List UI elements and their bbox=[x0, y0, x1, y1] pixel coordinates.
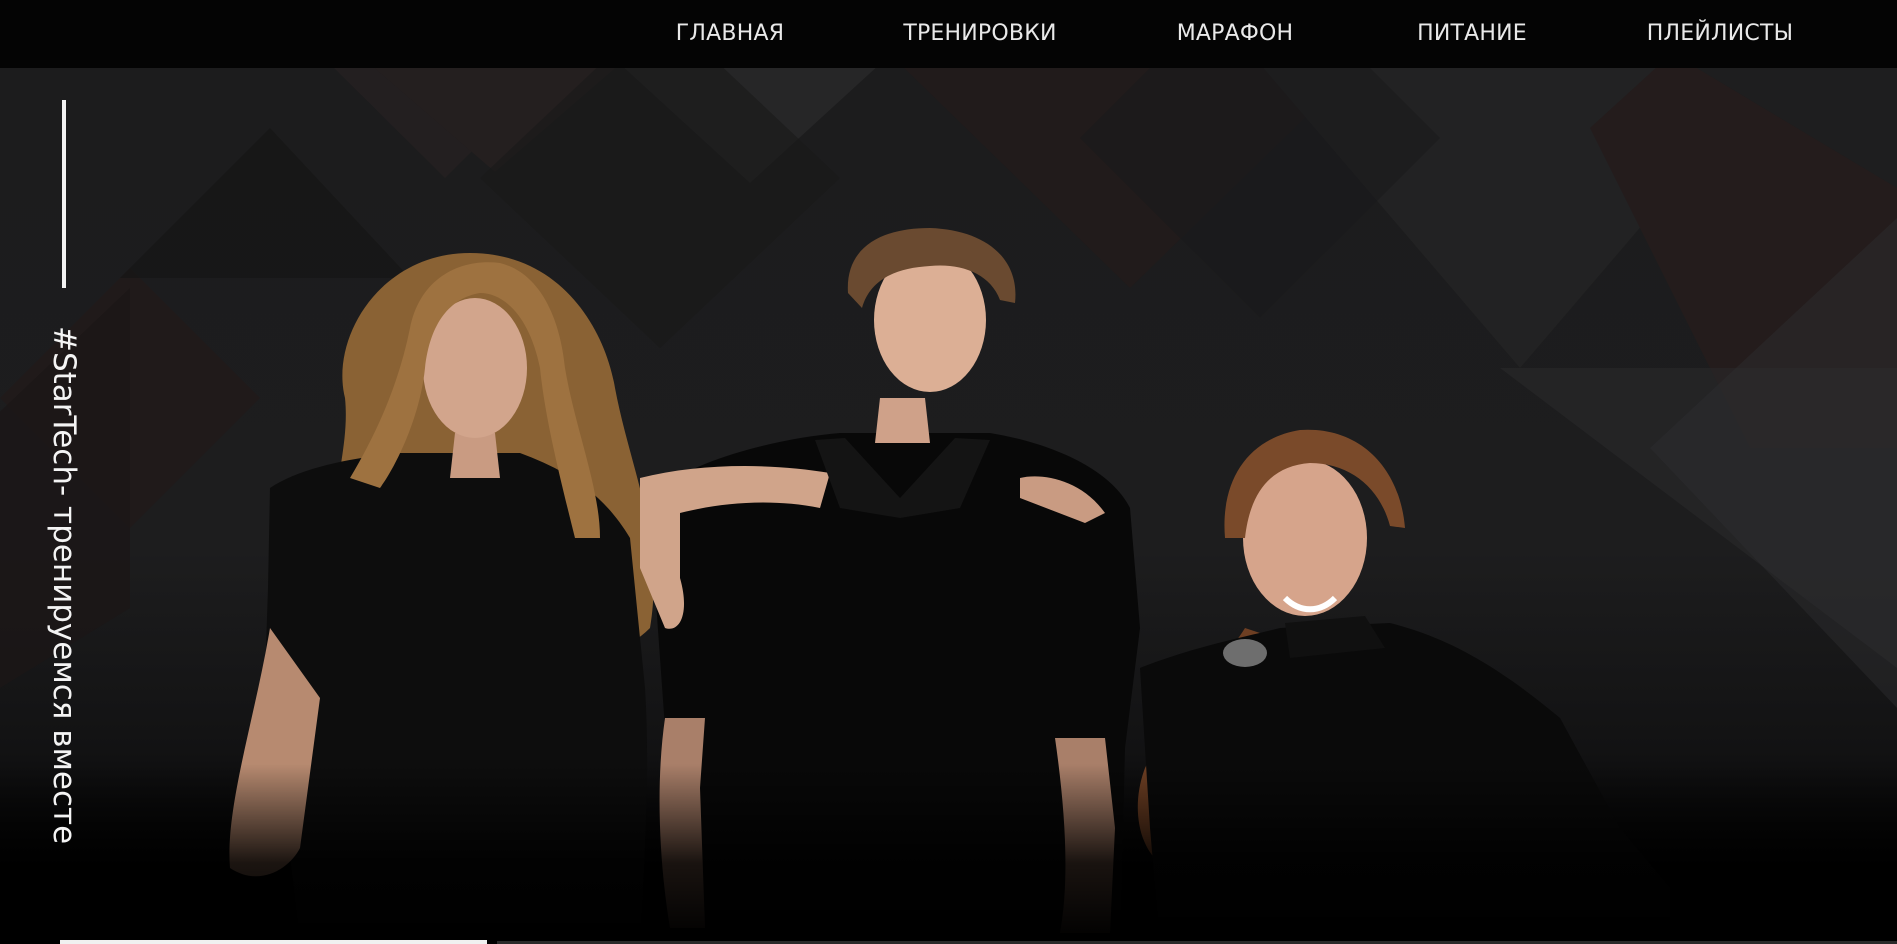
tagline-container: #StarTech- тренируемся вместе bbox=[44, 326, 84, 844]
nav-item-main[interactable]: ГЛАВНАЯ bbox=[676, 0, 784, 68]
hero-section bbox=[0, 68, 1897, 944]
slider-progress-active[interactable] bbox=[60, 940, 487, 944]
hero-tagline: #StarTech- тренируемся вместе bbox=[46, 326, 82, 845]
hero-bottom-fade bbox=[0, 764, 1897, 944]
top-navigation: ГЛАВНАЯ ТРЕНИРОВКИ МАРАФОН ПИТАНИЕ ПЛЕЙЛ… bbox=[0, 0, 1897, 68]
tagline-accent-bar bbox=[62, 100, 66, 288]
page: ГЛАВНАЯ ТРЕНИРОВКИ МАРАФОН ПИТАНИЕ ПЛЕЙЛ… bbox=[0, 0, 1897, 944]
nav-item-nutrition[interactable]: ПИТАНИЕ bbox=[1417, 0, 1527, 68]
nav-item-workouts[interactable]: ТРЕНИРОВКИ bbox=[903, 0, 1056, 68]
nav-item-marathon[interactable]: МАРАФОН bbox=[1177, 0, 1294, 68]
nav-item-playlists[interactable]: ПЛЕЙЛИСТЫ bbox=[1647, 0, 1793, 68]
